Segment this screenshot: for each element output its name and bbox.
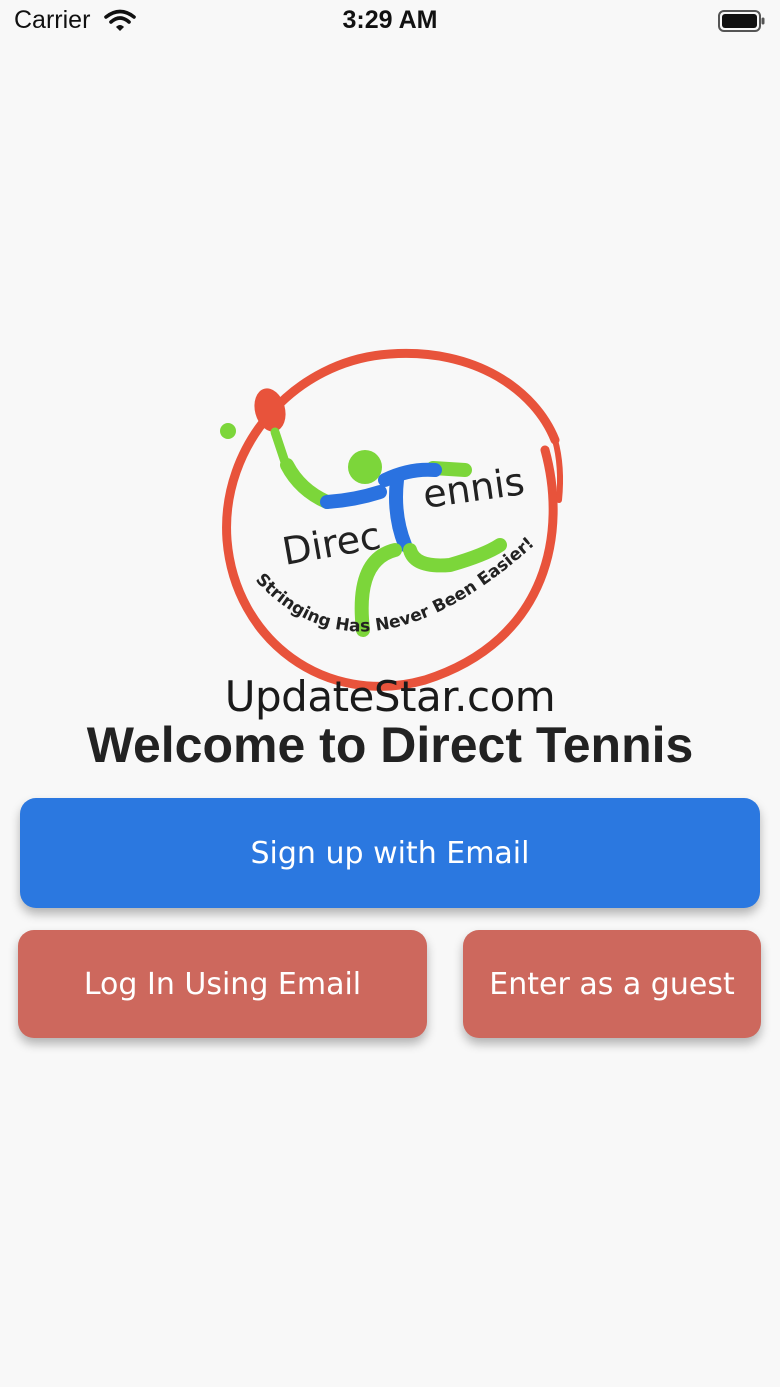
battery-icon <box>718 10 765 32</box>
enter-as-guest-button[interactable]: Enter as a guest <box>463 930 761 1038</box>
sign-up-email-button[interactable]: Sign up with Email <box>20 798 760 908</box>
welcome-title: Welcome to Direct Tennis <box>86 717 694 773</box>
direct-tennis-logo: Direc ennis Stringing Has Never Been Eas… <box>215 340 570 700</box>
clock-time: 3:29 AM <box>342 6 438 34</box>
status-bar: Carrier 3:29 AM <box>0 0 780 44</box>
log-in-email-button[interactable]: Log In Using Email <box>18 930 427 1038</box>
watermark: UpdateStar.com <box>224 672 556 721</box>
